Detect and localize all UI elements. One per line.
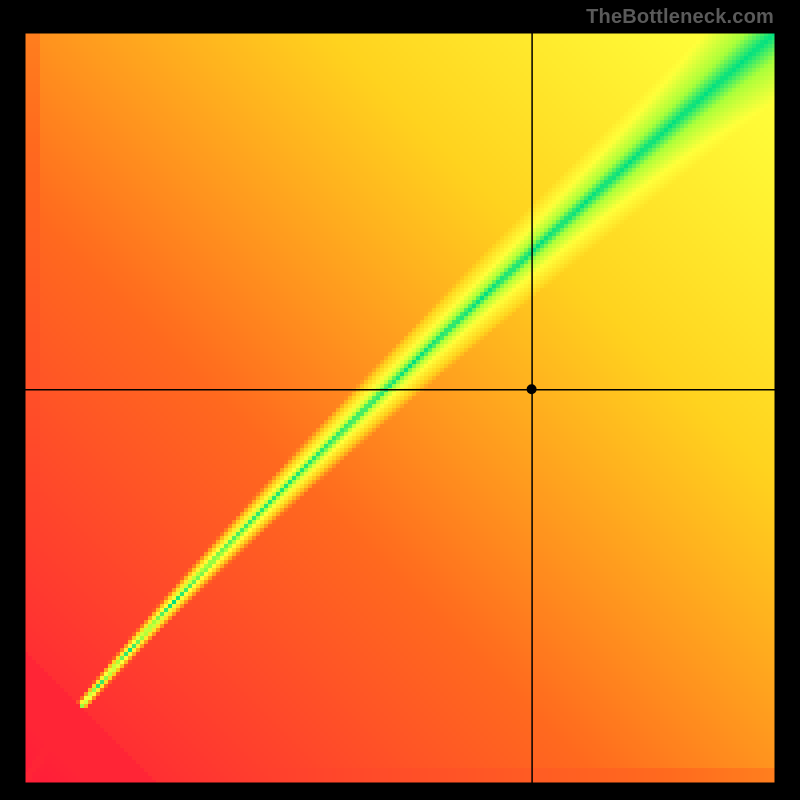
plot-area [24,32,776,784]
chart-frame: TheBottleneck.com [0,0,800,800]
bottleneck-heatmap [24,32,776,784]
watermark-text: TheBottleneck.com [586,6,774,29]
